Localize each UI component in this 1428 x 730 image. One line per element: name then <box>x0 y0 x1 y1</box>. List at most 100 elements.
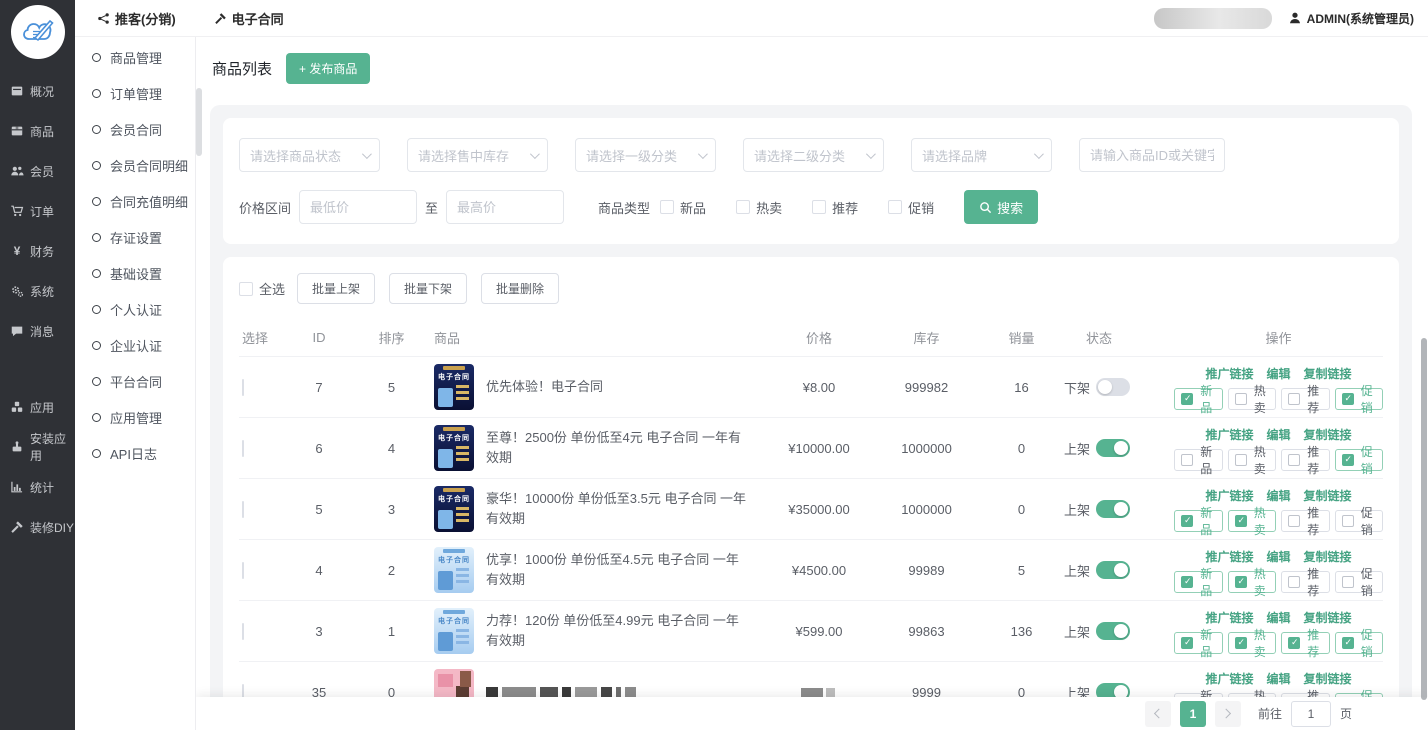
rail-item-order[interactable]: 订单 <box>0 191 75 231</box>
type-checkbox-1[interactable]: 热卖 <box>736 198 782 217</box>
row-checkbox[interactable] <box>242 623 244 640</box>
filter-select-0[interactable]: 请选择商品状态 <box>239 138 380 172</box>
rail-item-message[interactable]: 消息 <box>0 311 75 351</box>
op-link-1[interactable]: 编辑 <box>1266 365 1290 382</box>
rail-item-overview[interactable]: 概况 <box>0 71 75 111</box>
submenu-item-goods-manage[interactable]: 商品管理 <box>75 39 195 75</box>
submenu-item-platform-contract[interactable]: 平台合同 <box>75 363 195 399</box>
tag-checkbox-新品[interactable]: 新品 <box>1174 632 1223 654</box>
op-link-0[interactable]: 推广链接 <box>1205 609 1253 626</box>
admin-user-menu[interactable]: ADMIN(系统管理员) <box>1288 10 1414 27</box>
filter-select-3[interactable]: 请选择二级分类 <box>743 138 884 172</box>
submenu-item-personal-auth[interactable]: 个人认证 <box>75 291 195 327</box>
row-checkbox[interactable] <box>242 501 244 518</box>
tag-checkbox-推荐[interactable]: 推荐 <box>1281 510 1330 532</box>
rail-item-system[interactable]: 系统 <box>0 271 75 311</box>
rail-item-stats[interactable]: 统计 <box>0 467 75 507</box>
status-toggle[interactable] <box>1096 622 1130 640</box>
tag-checkbox-促销[interactable]: 促销 <box>1335 632 1384 654</box>
tag-checkbox-推荐[interactable]: 推荐 <box>1281 449 1330 471</box>
search-button[interactable]: 搜索 <box>964 190 1038 224</box>
status-toggle[interactable] <box>1096 439 1130 457</box>
submenu-item-enterprise-auth[interactable]: 企业认证 <box>75 327 195 363</box>
op-link-0[interactable]: 推广链接 <box>1205 670 1253 687</box>
tag-checkbox-促销[interactable]: 促销 <box>1335 449 1384 471</box>
rail-item-goods[interactable]: 商品 <box>0 111 75 151</box>
tag-checkbox-新品[interactable]: 新品 <box>1174 388 1223 410</box>
goto-page-input[interactable] <box>1291 701 1331 727</box>
op-link-1[interactable]: 编辑 <box>1266 609 1290 626</box>
rail-item-finance[interactable]: ¥财务 <box>0 231 75 271</box>
cell-sales: 0 <box>979 441 1064 456</box>
status-toggle[interactable] <box>1096 500 1130 518</box>
tag-checkbox-新品[interactable]: 新品 <box>1174 571 1223 593</box>
op-link-0[interactable]: 推广链接 <box>1205 426 1253 443</box>
prev-page-button[interactable] <box>1145 701 1171 727</box>
type-checkbox-2[interactable]: 推荐 <box>812 198 858 217</box>
tag-checkbox-促销[interactable]: 促销 <box>1335 510 1384 532</box>
window-scrollbar-thumb[interactable] <box>1421 338 1427 700</box>
submenu-item-member-contract[interactable]: 会员合同 <box>75 111 195 147</box>
filter-select-2[interactable]: 请选择一级分类 <box>575 138 716 172</box>
submenu-item-member-contract-detail[interactable]: 会员合同明细 <box>75 147 195 183</box>
submenu-item-api-log[interactable]: API日志 <box>75 435 195 471</box>
batch-button-2[interactable]: 批量删除 <box>481 273 559 304</box>
tag-checkbox-推荐[interactable]: 推荐 <box>1281 571 1330 593</box>
publish-goods-button[interactable]: + 发布商品 <box>286 53 370 84</box>
rail-item-install-app[interactable]: 安装应用 <box>0 427 75 467</box>
type-checkbox-3[interactable]: 促销 <box>888 198 934 217</box>
rail-item-diy[interactable]: 装修DIY <box>0 507 75 547</box>
app-logo[interactable] <box>11 5 65 59</box>
row-checkbox[interactable] <box>242 440 244 457</box>
op-link-2[interactable]: 复制链接 <box>1304 426 1352 443</box>
tag-checkbox-热卖[interactable]: 热卖 <box>1228 449 1277 471</box>
max-price-input[interactable] <box>446 190 564 224</box>
row-checkbox[interactable] <box>242 379 244 396</box>
next-page-button[interactable] <box>1215 701 1241 727</box>
op-link-0[interactable]: 推广链接 <box>1205 487 1253 504</box>
tag-checkbox-热卖[interactable]: 热卖 <box>1228 388 1277 410</box>
min-price-input[interactable] <box>299 190 417 224</box>
rail-item-app[interactable]: 应用 <box>0 387 75 427</box>
op-link-1[interactable]: 编辑 <box>1266 670 1290 687</box>
rail-item-member[interactable]: 会员 <box>0 151 75 191</box>
submenu-scrollbar-thumb[interactable] <box>196 88 202 156</box>
tab-promoter[interactable]: 推客(分销) <box>97 9 176 28</box>
tag-checkbox-推荐[interactable]: 推荐 <box>1281 632 1330 654</box>
status-toggle[interactable] <box>1096 561 1130 579</box>
op-link-2[interactable]: 复制链接 <box>1304 487 1352 504</box>
op-link-1[interactable]: 编辑 <box>1266 548 1290 565</box>
tag-checkbox-热卖[interactable]: 热卖 <box>1228 510 1277 532</box>
tag-checkbox-促销[interactable]: 促销 <box>1335 388 1384 410</box>
submenu-item-contract-recharge-detail[interactable]: 合同充值明细 <box>75 183 195 219</box>
op-link-2[interactable]: 复制链接 <box>1304 548 1352 565</box>
op-link-0[interactable]: 推广链接 <box>1205 365 1253 382</box>
tag-checkbox-热卖[interactable]: 热卖 <box>1228 632 1277 654</box>
submenu-item-order-manage[interactable]: 订单管理 <box>75 75 195 111</box>
op-link-2[interactable]: 复制链接 <box>1304 670 1352 687</box>
op-link-2[interactable]: 复制链接 <box>1304 609 1352 626</box>
tag-checkbox-热卖[interactable]: 热卖 <box>1228 571 1277 593</box>
batch-button-1[interactable]: 批量下架 <box>389 273 467 304</box>
op-link-1[interactable]: 编辑 <box>1266 426 1290 443</box>
tab-econtract[interactable]: 电子合同 <box>214 9 284 28</box>
tag-checkbox-新品[interactable]: 新品 <box>1174 449 1223 471</box>
row-checkbox[interactable] <box>242 562 244 579</box>
tag-checkbox-推荐[interactable]: 推荐 <box>1281 388 1330 410</box>
batch-button-0[interactable]: 批量上架 <box>297 273 375 304</box>
op-link-0[interactable]: 推广链接 <box>1205 548 1253 565</box>
type-checkbox-0[interactable]: 新品 <box>660 198 706 217</box>
tag-checkbox-新品[interactable]: 新品 <box>1174 510 1223 532</box>
status-toggle[interactable] <box>1096 378 1130 396</box>
filter-select-1[interactable]: 请选择售中库存 <box>407 138 548 172</box>
submenu-item-app-manage[interactable]: 应用管理 <box>75 399 195 435</box>
filter-select-4[interactable]: 请选择品牌 <box>911 138 1052 172</box>
op-link-1[interactable]: 编辑 <box>1266 487 1290 504</box>
submenu-item-basic-setting[interactable]: 基础设置 <box>75 255 195 291</box>
tag-checkbox-促销[interactable]: 促销 <box>1335 571 1384 593</box>
submenu-item-evidence-setting[interactable]: 存证设置 <box>75 219 195 255</box>
keyword-input[interactable] <box>1079 138 1225 172</box>
page-number-button[interactable]: 1 <box>1180 701 1206 727</box>
select-all-checkbox[interactable] <box>239 282 253 296</box>
op-link-2[interactable]: 复制链接 <box>1304 365 1352 382</box>
